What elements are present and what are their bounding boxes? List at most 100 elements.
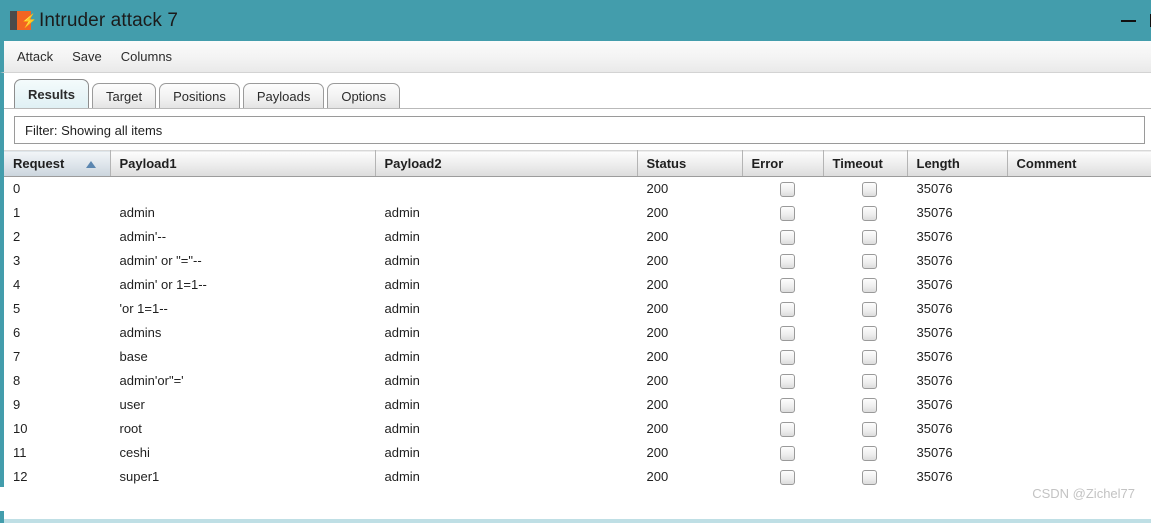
cell-timeout[interactable] [823,248,908,273]
cell-error[interactable] [742,248,824,273]
tab-options[interactable]: Options [327,83,401,109]
error-checkbox[interactable] [779,205,795,221]
column-header-payload2[interactable]: Payload2 [375,150,638,177]
timeout-checkbox[interactable] [862,253,877,269]
cell-request: 10 [4,416,111,441]
cell-error[interactable] [742,344,824,369]
cell-payload1: root [110,416,376,441]
cell-request: 6 [4,320,111,345]
tab-results[interactable]: Results [14,79,89,109]
error-checkbox[interactable] [779,469,795,485]
cell-timeout[interactable] [823,200,908,225]
cell-timeout[interactable] [823,320,908,345]
cell-request: 4 [4,272,111,297]
cell-length: 35076 [907,224,1008,249]
timeout-checkbox[interactable] [862,349,877,365]
cell-error[interactable] [742,200,824,225]
error-checkbox[interactable] [779,277,795,293]
column-header-timeout[interactable]: Timeout [823,150,908,177]
timeout-checkbox[interactable] [862,469,877,485]
table-row[interactable]: 2 admin'-- admin 200 35076 [4,224,1151,249]
timeout-checkbox[interactable] [862,277,877,293]
cell-timeout[interactable] [823,368,908,393]
cell-error[interactable] [742,416,824,441]
timeout-checkbox[interactable] [862,205,877,221]
timeout-checkbox[interactable] [862,373,877,389]
cell-request: 1 [4,200,111,225]
cell-payload2: admin [375,464,638,487]
window-left-edge [0,511,4,523]
tab-payloads[interactable]: Payloads [242,83,325,109]
cell-status: 200 [637,176,743,201]
table-row[interactable]: 7 base admin 200 35076 [4,344,1151,369]
column-header-status[interactable]: Status [637,150,743,177]
table-row[interactable]: 3 admin' or "="-- admin 200 35076 [4,248,1151,273]
cell-error[interactable] [742,392,824,417]
table-row[interactable]: 8 admin'or"=' admin 200 35076 [4,368,1151,393]
cell-error[interactable] [742,176,824,201]
table-row[interactable]: 4 admin' or 1=1-- admin 200 35076 [4,272,1151,297]
table-row[interactable]: 0 200 35076 [4,176,1151,201]
table-row[interactable]: 5'or 1=1-- admin 200 35076 [4,296,1151,321]
cell-error[interactable] [742,368,824,393]
timeout-checkbox[interactable] [862,229,877,245]
cell-timeout[interactable] [823,272,908,297]
cell-timeout[interactable] [823,296,908,321]
error-checkbox[interactable] [779,181,795,197]
table-row[interactable]: 9 user admin 200 35076 [4,392,1151,417]
timeout-checkbox[interactable] [862,397,877,413]
cell-error[interactable] [742,464,824,487]
table-row[interactable]: 1 admin admin 200 35076 [4,200,1151,225]
menu-item-columns[interactable]: Columns [121,49,172,64]
cell-error[interactable] [742,296,824,321]
error-checkbox[interactable] [779,373,795,389]
menu-item-save[interactable]: Save [72,49,102,64]
menu-item-attack[interactable]: Attack [17,49,53,64]
timeout-checkbox[interactable] [862,325,877,341]
cell-payload1: admins [110,320,376,345]
cell-timeout[interactable] [823,416,908,441]
error-checkbox[interactable] [779,229,795,245]
cell-timeout[interactable] [823,344,908,369]
timeout-checkbox[interactable] [862,421,877,437]
table-row[interactable]: 10 root admin 200 35076 [4,416,1151,441]
error-checkbox[interactable] [779,325,795,341]
cell-timeout[interactable] [823,224,908,249]
tab-target[interactable]: Target [91,83,157,109]
cell-error[interactable] [742,272,824,297]
timeout-checkbox[interactable] [862,445,877,461]
error-checkbox[interactable] [779,397,795,413]
maximize-button[interactable] [1133,0,1151,41]
cell-error[interactable] [742,440,824,465]
cell-request: 8 [4,368,111,393]
cell-length: 35076 [907,416,1008,441]
error-checkbox[interactable] [779,421,795,437]
error-checkbox[interactable] [779,253,795,269]
column-header-error[interactable]: Error [742,150,824,177]
cell-request: 9 [4,392,111,417]
column-header-payload1[interactable]: Payload1 [110,150,376,177]
table-row[interactable]: 11 ceshi admin 200 35076 [4,440,1151,465]
error-checkbox[interactable] [779,301,795,317]
error-checkbox[interactable] [779,349,795,365]
table-row[interactable]: 12 super1 admin 200 35076 [4,464,1151,487]
cell-length: 35076 [907,368,1008,393]
column-header-length[interactable]: Length [907,150,1008,177]
cell-payload2: admin [375,296,638,321]
cell-timeout[interactable] [823,392,908,417]
filter-bar[interactable]: Filter: Showing all items [14,116,1145,144]
table-row[interactable]: 6 admins admin 200 35076 [4,320,1151,345]
cell-timeout[interactable] [823,464,908,487]
timeout-checkbox[interactable] [862,181,877,197]
error-checkbox[interactable] [779,445,795,461]
column-header-comment[interactable]: Comment [1007,150,1151,177]
timeout-checkbox[interactable] [862,301,877,317]
column-header-request[interactable]: Request [4,150,111,177]
tab-positions[interactable]: Positions [159,83,240,109]
cell-error[interactable] [742,320,824,345]
cell-error[interactable] [742,224,824,249]
cell-timeout[interactable] [823,440,908,465]
cell-comment [1007,320,1151,345]
cell-timeout[interactable] [823,176,908,201]
cell-status: 200 [637,296,743,321]
